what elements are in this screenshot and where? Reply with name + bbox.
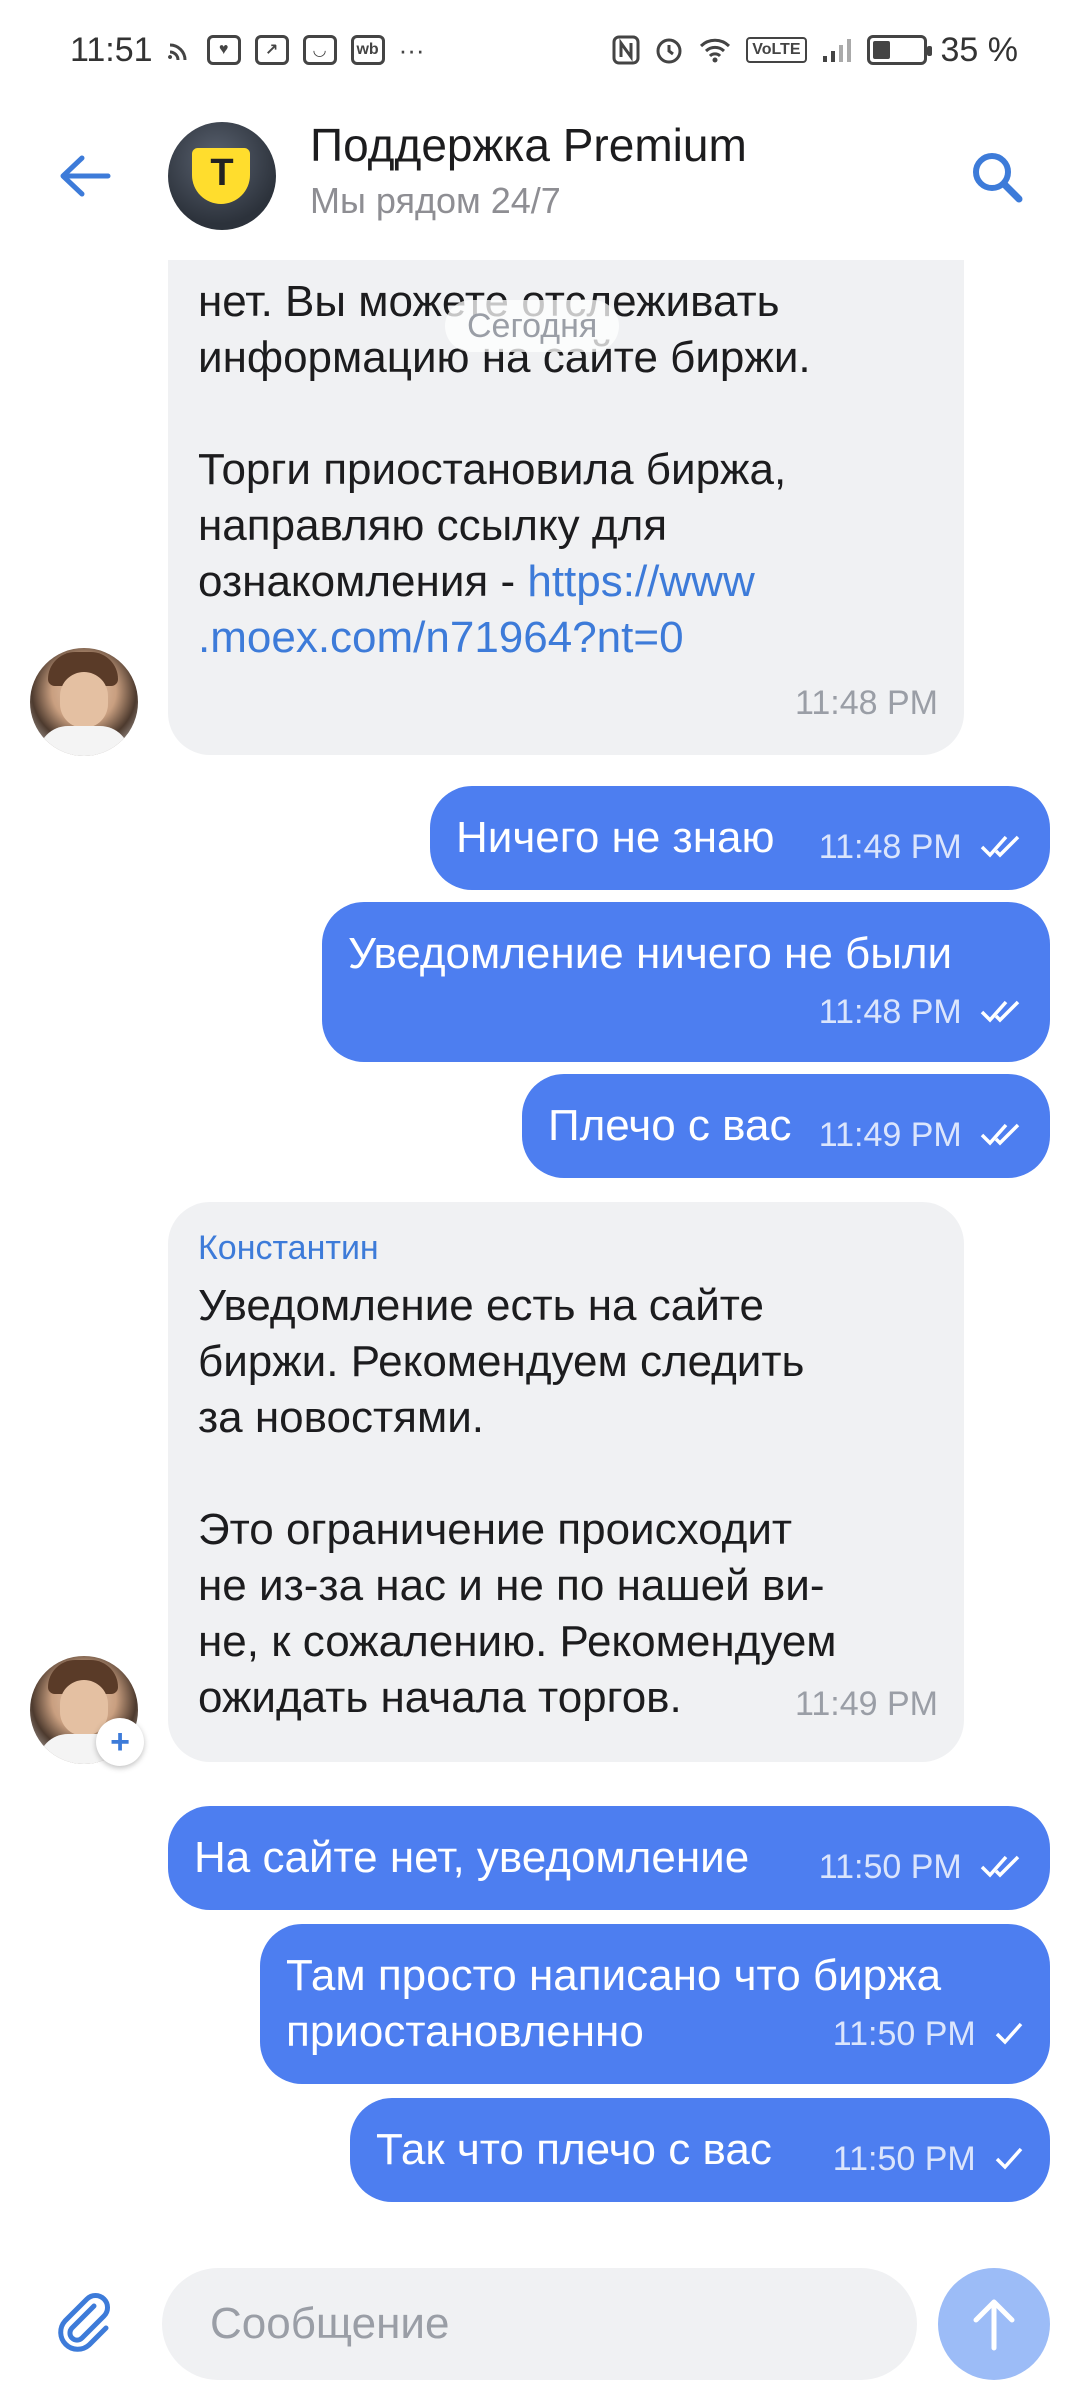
message-meta: 11:50 PM — [833, 2003, 1024, 2062]
wifi-icon — [698, 36, 732, 64]
battery-icon — [866, 35, 932, 65]
arrow-up-icon — [973, 2299, 1015, 2351]
message-composer — [0, 2220, 1080, 2400]
double-check-icon — [980, 1001, 1020, 1023]
volte-icon: VoLTE — [746, 37, 807, 63]
status-bar: 11:51 ♥ ↗ ◡ wb ··· VoLTE 35 % — [0, 0, 1080, 100]
outgoing-message[interactable]: Уведомление ничего не были 11:48 PM — [322, 902, 1050, 1062]
battery-percent: 35 % — [940, 30, 1019, 69]
message-input[interactable] — [162, 2268, 917, 2380]
message-meta: 11:49 PM — [819, 1104, 1024, 1163]
arrow-app-icon: ↗ — [254, 35, 289, 65]
sender-name[interactable]: Константин — [198, 1228, 934, 1268]
check-icon — [995, 2023, 1023, 2045]
avatar-shirt — [38, 726, 130, 756]
date-separator: Сегодня — [445, 300, 620, 352]
back-arrow-icon — [60, 155, 111, 197]
message-meta: 11:48 PM — [819, 981, 1024, 1040]
message-time: 11:48 PM — [794, 684, 938, 722]
signal-icon — [821, 36, 853, 64]
message-time: 11:48 PM — [818, 993, 962, 1031]
message-time: 11:50 PM — [832, 2140, 976, 2178]
chat-subtitle: Мы рядом 24/7 — [310, 180, 561, 221]
add-contact-button[interactable]: + — [96, 1718, 144, 1766]
nfc-icon — [612, 35, 640, 65]
message-time: 11:48 PM — [818, 828, 962, 866]
alarm-icon — [654, 35, 684, 65]
message-text: Уведомление ничего не были — [348, 929, 953, 978]
chat-title[interactable]: Поддержка Premium — [310, 118, 747, 172]
agent-avatar[interactable] — [30, 648, 138, 756]
message-text: Плечо с вас — [548, 1101, 792, 1150]
check-icon — [995, 2148, 1023, 2170]
wb-app-icon: wb — [350, 35, 385, 65]
status-right: VoLTE 35 % — [612, 31, 1018, 70]
message-time: 11:50 PM — [818, 1848, 962, 1886]
send-button[interactable] — [938, 2268, 1050, 2380]
battery-fill — [872, 41, 890, 59]
double-check-icon — [980, 1124, 1020, 1146]
status-time: 11:51 — [70, 30, 153, 69]
message-time: 11:49 PM — [818, 1116, 962, 1154]
outgoing-message[interactable]: Плечо с вас 11:49 PM — [522, 1074, 1050, 1178]
message-text: Так что плечо с вас — [376, 2125, 772, 2174]
double-check-icon — [980, 1856, 1020, 1878]
heart-app-icon: ♥ — [206, 35, 241, 65]
message-meta: 11:48 PM — [819, 816, 1024, 875]
avatar-letter: Т — [210, 152, 234, 194]
message-list[interactable]: нет. Вы можете отслеживать информацию на… — [0, 260, 1080, 2220]
search-icon — [973, 153, 1023, 203]
message-text: Ничего не знаю — [456, 813, 775, 862]
chat-header: Т Поддержка Premium Мы рядом 24/7 — [0, 100, 1080, 260]
status-left: 11:51 ♥ ↗ ◡ wb ··· — [70, 31, 425, 70]
message-text: На сайте нет, уведомление — [194, 1833, 750, 1882]
incoming-message[interactable]: Константин Уведомление есть на сайте бир… — [168, 1202, 964, 1762]
double-check-icon — [980, 836, 1020, 858]
cast-icon — [167, 37, 193, 63]
smile-app-icon: ◡ — [302, 35, 337, 65]
search-button[interactable] — [962, 142, 1032, 212]
outgoing-message[interactable]: Так что плечо с вас 11:50 PM — [350, 2098, 1050, 2202]
chat-avatar[interactable]: Т — [168, 122, 276, 230]
outgoing-message[interactable]: На сайте нет, уведомление 11:50 PM — [168, 1806, 1050, 1910]
more-notifications-icon: ··· — [398, 34, 425, 65]
outgoing-message[interactable]: Ничего не знаю 11:48 PM — [430, 786, 1050, 890]
message-text: Уведомление есть на сайте биржи. Рекомен… — [198, 1281, 837, 1722]
message-time: 11:50 PM — [832, 2015, 976, 2053]
paperclip-icon — [58, 2293, 110, 2352]
message-meta: 11:50 PM — [819, 1836, 1024, 1895]
outgoing-message[interactable]: Там просто написано что биржа приостанов… — [260, 1924, 1050, 2084]
attach-button[interactable] — [50, 2288, 122, 2360]
avatar-face — [60, 672, 108, 728]
message-meta: 11:50 PM — [833, 2128, 1024, 2187]
back-button[interactable] — [50, 146, 120, 206]
message-time: 11:49 PM — [794, 1685, 938, 1723]
